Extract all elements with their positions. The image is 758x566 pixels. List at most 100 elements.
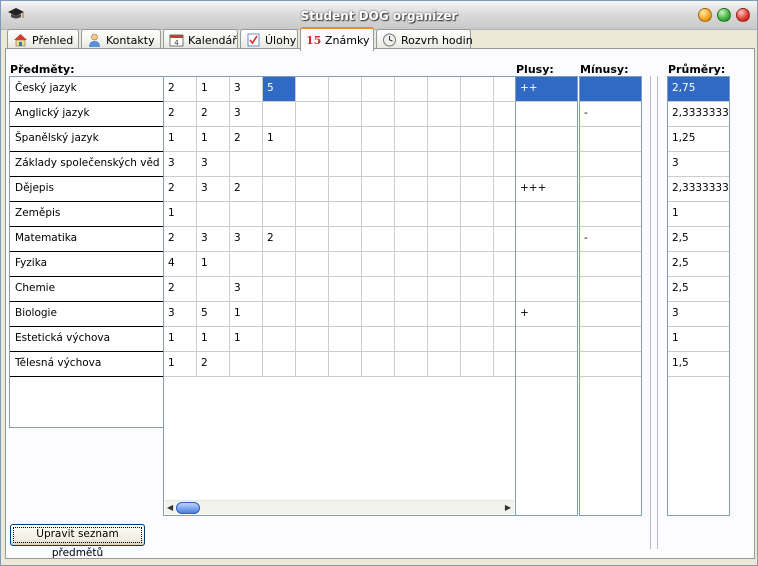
grade-cell[interactable] — [494, 352, 515, 376]
grade-cell[interactable]: 2 — [230, 127, 263, 151]
grade-cell[interactable] — [329, 227, 362, 251]
grade-cell[interactable]: 3 — [230, 277, 263, 301]
tab-ulohy[interactable]: Úlohy — [240, 29, 298, 50]
grade-cell[interactable] — [329, 302, 362, 326]
grade-cell[interactable] — [329, 102, 362, 126]
grade-cell[interactable]: 3 — [230, 102, 263, 126]
minus-cell[interactable] — [580, 202, 641, 227]
grade-cell[interactable]: 3 — [197, 152, 230, 176]
grade-cell[interactable] — [362, 77, 395, 101]
grade-cell[interactable]: 5 — [263, 77, 296, 101]
grade-cell[interactable] — [494, 252, 515, 276]
grade-cell[interactable]: 2 — [230, 177, 263, 201]
minus-cell[interactable] — [580, 352, 641, 377]
grade-cell[interactable] — [230, 152, 263, 176]
grade-cell[interactable]: 2 — [164, 102, 197, 126]
grade-cell[interactable] — [296, 227, 329, 251]
grade-cell[interactable]: 2 — [263, 227, 296, 251]
tab-kalendar[interactable]: 4 Kalendář — [163, 29, 238, 50]
minus-cell[interactable] — [580, 127, 641, 152]
grade-cell[interactable] — [230, 202, 263, 226]
grade-cell[interactable] — [296, 252, 329, 276]
grade-cell[interactable] — [395, 277, 428, 301]
grade-cell[interactable] — [461, 277, 494, 301]
minus-cell[interactable] — [580, 77, 641, 102]
grade-cell[interactable] — [428, 202, 461, 226]
grade-cell[interactable] — [494, 227, 515, 251]
grade-cell[interactable] — [395, 227, 428, 251]
grade-cell[interactable]: 1 — [164, 327, 197, 351]
grade-cell[interactable] — [494, 302, 515, 326]
tab-prehled[interactable]: Přehled — [7, 29, 79, 50]
grade-cell[interactable] — [395, 102, 428, 126]
grade-cell[interactable] — [362, 277, 395, 301]
grade-cell[interactable] — [494, 177, 515, 201]
plus-cell[interactable]: ++ — [516, 77, 577, 102]
grade-cell[interactable] — [428, 352, 461, 376]
grade-cell[interactable]: 5 — [197, 302, 230, 326]
minusy-column[interactable]: -- — [579, 76, 642, 516]
grade-cell[interactable]: 3 — [197, 227, 230, 251]
grade-cell[interactable]: 1 — [164, 202, 197, 226]
plus-cell[interactable] — [516, 127, 577, 152]
grade-cell[interactable] — [428, 77, 461, 101]
grade-cell[interactable] — [461, 152, 494, 176]
grade-cell[interactable]: 2 — [164, 277, 197, 301]
scrollbar-thumb[interactable] — [176, 502, 200, 514]
plus-cell[interactable] — [516, 227, 577, 252]
grade-cell[interactable] — [461, 327, 494, 351]
grade-cell[interactable]: 2 — [197, 102, 230, 126]
scroll-left-arrow-icon[interactable]: ◀ — [167, 503, 173, 512]
grade-cell[interactable] — [263, 102, 296, 126]
grade-cell[interactable] — [362, 102, 395, 126]
grade-cell[interactable] — [395, 177, 428, 201]
grade-cell[interactable] — [362, 127, 395, 151]
grade-cell[interactable] — [329, 77, 362, 101]
grade-cell[interactable] — [296, 77, 329, 101]
grade-cell[interactable]: 1 — [197, 252, 230, 276]
grade-cell[interactable] — [230, 252, 263, 276]
minus-cell[interactable]: - — [580, 227, 641, 252]
grade-cell[interactable] — [428, 152, 461, 176]
grade-cell[interactable] — [395, 127, 428, 151]
grade-cell[interactable] — [428, 327, 461, 351]
grade-cell[interactable] — [461, 202, 494, 226]
grade-cell[interactable] — [362, 302, 395, 326]
grade-cell[interactable] — [296, 152, 329, 176]
plusy-column[interactable]: ++ +++ + — [515, 76, 578, 516]
grade-cell[interactable] — [428, 277, 461, 301]
grades-grid[interactable]: 213522311213323212332412335111112 ◀ ▶ — [163, 76, 516, 516]
grade-cell[interactable] — [296, 202, 329, 226]
grade-cell[interactable] — [362, 352, 395, 376]
grade-cell[interactable]: 2 — [164, 227, 197, 251]
grade-cell[interactable] — [395, 302, 428, 326]
grade-cell[interactable] — [296, 302, 329, 326]
grade-cell[interactable] — [461, 77, 494, 101]
grade-cell[interactable] — [494, 102, 515, 126]
plus-cell[interactable]: +++ — [516, 177, 577, 202]
subject-item[interactable]: Základy společenských věd — [10, 152, 164, 177]
plus-cell[interactable] — [516, 102, 577, 127]
grade-cell[interactable] — [494, 152, 515, 176]
tab-rozvrh-hodin[interactable]: Rozvrh hodin — [376, 29, 473, 50]
grade-cell[interactable] — [263, 277, 296, 301]
grade-cell[interactable] — [494, 77, 515, 101]
grade-cell[interactable] — [395, 77, 428, 101]
grade-cell[interactable] — [428, 252, 461, 276]
grade-cell[interactable] — [362, 227, 395, 251]
grade-cell[interactable] — [494, 327, 515, 351]
subject-item[interactable]: Český jazyk — [10, 77, 164, 102]
grade-cell[interactable] — [329, 352, 362, 376]
minus-cell[interactable] — [580, 277, 641, 302]
horizontal-scrollbar[interactable]: ◀ ▶ — [165, 500, 514, 514]
grade-cell[interactable] — [263, 327, 296, 351]
grade-cell[interactable] — [428, 127, 461, 151]
subject-item[interactable]: Chemie — [10, 277, 164, 302]
grade-cell[interactable] — [461, 127, 494, 151]
edit-subjects-button[interactable]: Upravit seznam předmětů — [10, 524, 145, 559]
plus-cell[interactable] — [516, 252, 577, 277]
minus-cell[interactable] — [580, 327, 641, 352]
grade-cell[interactable] — [296, 327, 329, 351]
title-bar[interactable]: Student DOG organizer — [1, 1, 757, 30]
subject-item[interactable]: Zeměpis — [10, 202, 164, 227]
